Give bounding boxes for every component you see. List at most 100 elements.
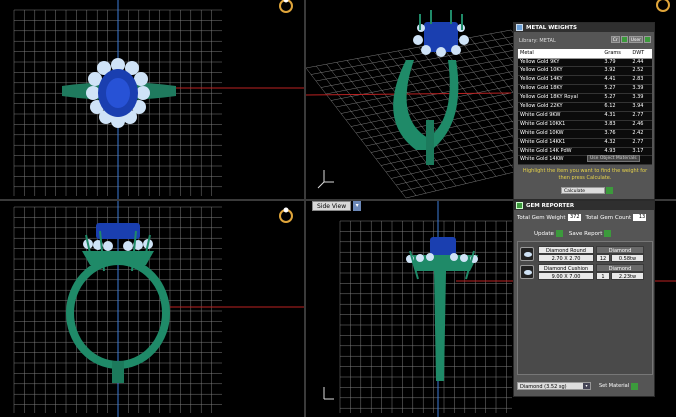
viewport-top[interactable] [0, 0, 304, 199]
viewport-front[interactable] [0, 201, 304, 417]
view-selector[interactable]: Side View ▾ [312, 201, 362, 211]
gem-row[interactable]: Diamond Round 2.70 X 2.70 Diamond 12 0.58tw [520, 246, 650, 262]
gem-material: Diamond [596, 246, 644, 254]
metal-dwt: 2.46 [630, 120, 652, 130]
metal-dwt: 2.42 [630, 129, 652, 139]
metal-weights-panel: METAL WEIGHTS Library: METAL Cr User Met… [513, 22, 655, 200]
gem-name: Diamond Cushion [538, 264, 594, 272]
metal-grams: 3.76 [602, 129, 631, 139]
metal-grams: 3.83 [602, 120, 631, 130]
column-header-metal[interactable]: Metal [518, 49, 603, 59]
gem-count: 12 [596, 254, 610, 262]
total-weight-value: 372 [567, 214, 581, 221]
ring-icon[interactable] [277, 0, 295, 14]
metal-grams: 4.41 [602, 75, 631, 86]
front-view-drawing [13, 201, 304, 417]
metal-grams: 3.92 [602, 66, 631, 77]
metal-dwt: 2.83 [630, 75, 652, 86]
gem-reporter-header: GEM REPORTER [514, 201, 654, 210]
metal-name: Yellow Gold 22KY [518, 102, 603, 112]
panel-icon [516, 24, 523, 31]
gem-size: 9.00 X 7.00 [538, 272, 594, 280]
metal-dwt: 3.39 [630, 93, 652, 104]
gem-size: 2.70 X 2.70 [538, 254, 594, 262]
library-add-button[interactable] [644, 36, 651, 43]
metal-weights-instructions: Highlight the item you want to find the … [522, 168, 648, 181]
metal-row[interactable]: Yellow Gold 9KY 3.79 2.44 [518, 58, 652, 68]
metal-name: Yellow Gold 18KY [518, 84, 603, 95]
metal-row[interactable]: Yellow Gold 18KY 5.27 3.39 [518, 84, 652, 95]
column-header-dwt[interactable]: DWT [630, 49, 652, 59]
metal-grams: 4.31 [602, 111, 631, 121]
metal-name: Yellow Gold 14KY [518, 75, 603, 86]
gem-totals: Total Gem Weight 372 Total Gem Count 13 [517, 214, 647, 221]
ring-icon[interactable] [654, 0, 672, 14]
metal-grams: 5.27 [602, 84, 631, 95]
metal-name: Yellow Gold 9KY [518, 58, 603, 68]
total-count-value: 13 [633, 214, 647, 221]
library-toggle-button[interactable] [620, 36, 628, 43]
metal-grams: 3.79 [602, 58, 631, 68]
library-button-user[interactable]: User [628, 36, 643, 43]
gem-weight: 2.23tw [611, 272, 644, 280]
metal-dwt: 2.44 [630, 58, 652, 68]
library-buttons: Cr User [610, 36, 651, 43]
update-button[interactable]: Update [534, 230, 563, 237]
save-report-go-icon [604, 230, 612, 237]
total-count-label: Total Gem Count [585, 214, 632, 221]
chevron-down-icon: ▾ [583, 383, 590, 389]
metal-row[interactable]: Yellow Gold 22KY 6.12 3.94 [518, 102, 652, 112]
column-header-grams[interactable]: Grams [602, 49, 631, 59]
metal-row[interactable]: White Gold 10KW 3.76 2.42 [518, 129, 652, 139]
material-select-value: Diamond (3.52 sg) [520, 384, 567, 390]
chevron-down-icon[interactable]: ▾ [353, 201, 362, 211]
ring-icon[interactable] [277, 206, 295, 224]
metal-dwt: 3.39 [630, 84, 652, 95]
metal-name: White Gold 10KW [518, 129, 603, 139]
metal-name: White Gold 10KK1 [518, 120, 603, 130]
metal-row[interactable]: White Gold 14KK1 4.32 2.77 [518, 138, 652, 148]
gem-list[interactable]: Diamond Round 2.70 X 2.70 Diamond 12 0.58tw D… [517, 241, 653, 375]
metal-name: White Gold 14KK1 [518, 138, 603, 148]
update-label: Update [534, 231, 554, 237]
set-material-button[interactable] [631, 382, 639, 390]
gem-reporter-title: GEM REPORTER [526, 202, 575, 209]
metal-dwt: 3.94 [630, 102, 652, 112]
calculate-select[interactable]: Calculate [561, 187, 605, 194]
metal-row[interactable]: Yellow Gold 18KY Royal 5.27 3.39 [518, 93, 652, 104]
metal-row[interactable]: Yellow Gold 10KY 3.92 2.52 [518, 66, 652, 77]
library-button-cr[interactable]: Cr [610, 36, 620, 43]
top-view-drawing [13, 0, 304, 199]
metal-row[interactable]: Yellow Gold 14KY 4.41 2.83 [518, 75, 652, 86]
material-select[interactable]: Diamond (3.52 sg) ▾ [517, 382, 591, 390]
metal-name: White Gold 9KW [518, 111, 603, 121]
save-report-button[interactable]: Save Report [568, 230, 612, 237]
save-report-label: Save Report [568, 231, 603, 237]
gem-reporter-panel: GEM REPORTER Total Gem Weight 372 Total … [513, 200, 655, 397]
gem-weight: 0.58tw [611, 254, 644, 262]
viewport-divider-vertical[interactable] [304, 0, 306, 417]
metal-table: Metal Grams DWT Yellow Gold 9KY 3.79 2.44 Y… [518, 49, 652, 166]
metal-dwt: 2.77 [630, 138, 652, 148]
metal-grams: 6.12 [602, 102, 631, 112]
gem-thumbnail-icon [520, 265, 534, 279]
metal-grams: 4.32 [602, 138, 631, 148]
use-object-materials-button[interactable]: Use Object Materials [587, 155, 640, 162]
gem-actions: Update Save Report [534, 230, 612, 237]
metal-row[interactable]: White Gold 10KK1 3.83 2.46 [518, 120, 652, 130]
panel-icon [516, 202, 523, 209]
metal-row[interactable]: White Gold 9KW 4.31 2.77 [518, 111, 652, 121]
gem-name: Diamond Round [538, 246, 594, 254]
calculate-go-button[interactable] [606, 187, 613, 194]
gem-row[interactable]: Diamond Cushion 9.00 X 7.00 Diamond 1 2.23tw [520, 264, 650, 280]
metal-weights-header: METAL WEIGHTS [514, 23, 654, 32]
metal-dwt: 2.77 [630, 111, 652, 121]
library-label: Library: METAL [519, 38, 556, 44]
view-selector-label: Side View [312, 201, 352, 211]
gem-count: 1 [596, 272, 610, 280]
metal-grams: 5.27 [602, 93, 631, 104]
gem-material: Diamond [596, 264, 644, 272]
metal-weights-title: METAL WEIGHTS [526, 24, 577, 31]
material-footer: Diamond (3.52 sg) ▾ Set Material [517, 382, 639, 390]
calculate-control: Calculate [561, 187, 613, 194]
